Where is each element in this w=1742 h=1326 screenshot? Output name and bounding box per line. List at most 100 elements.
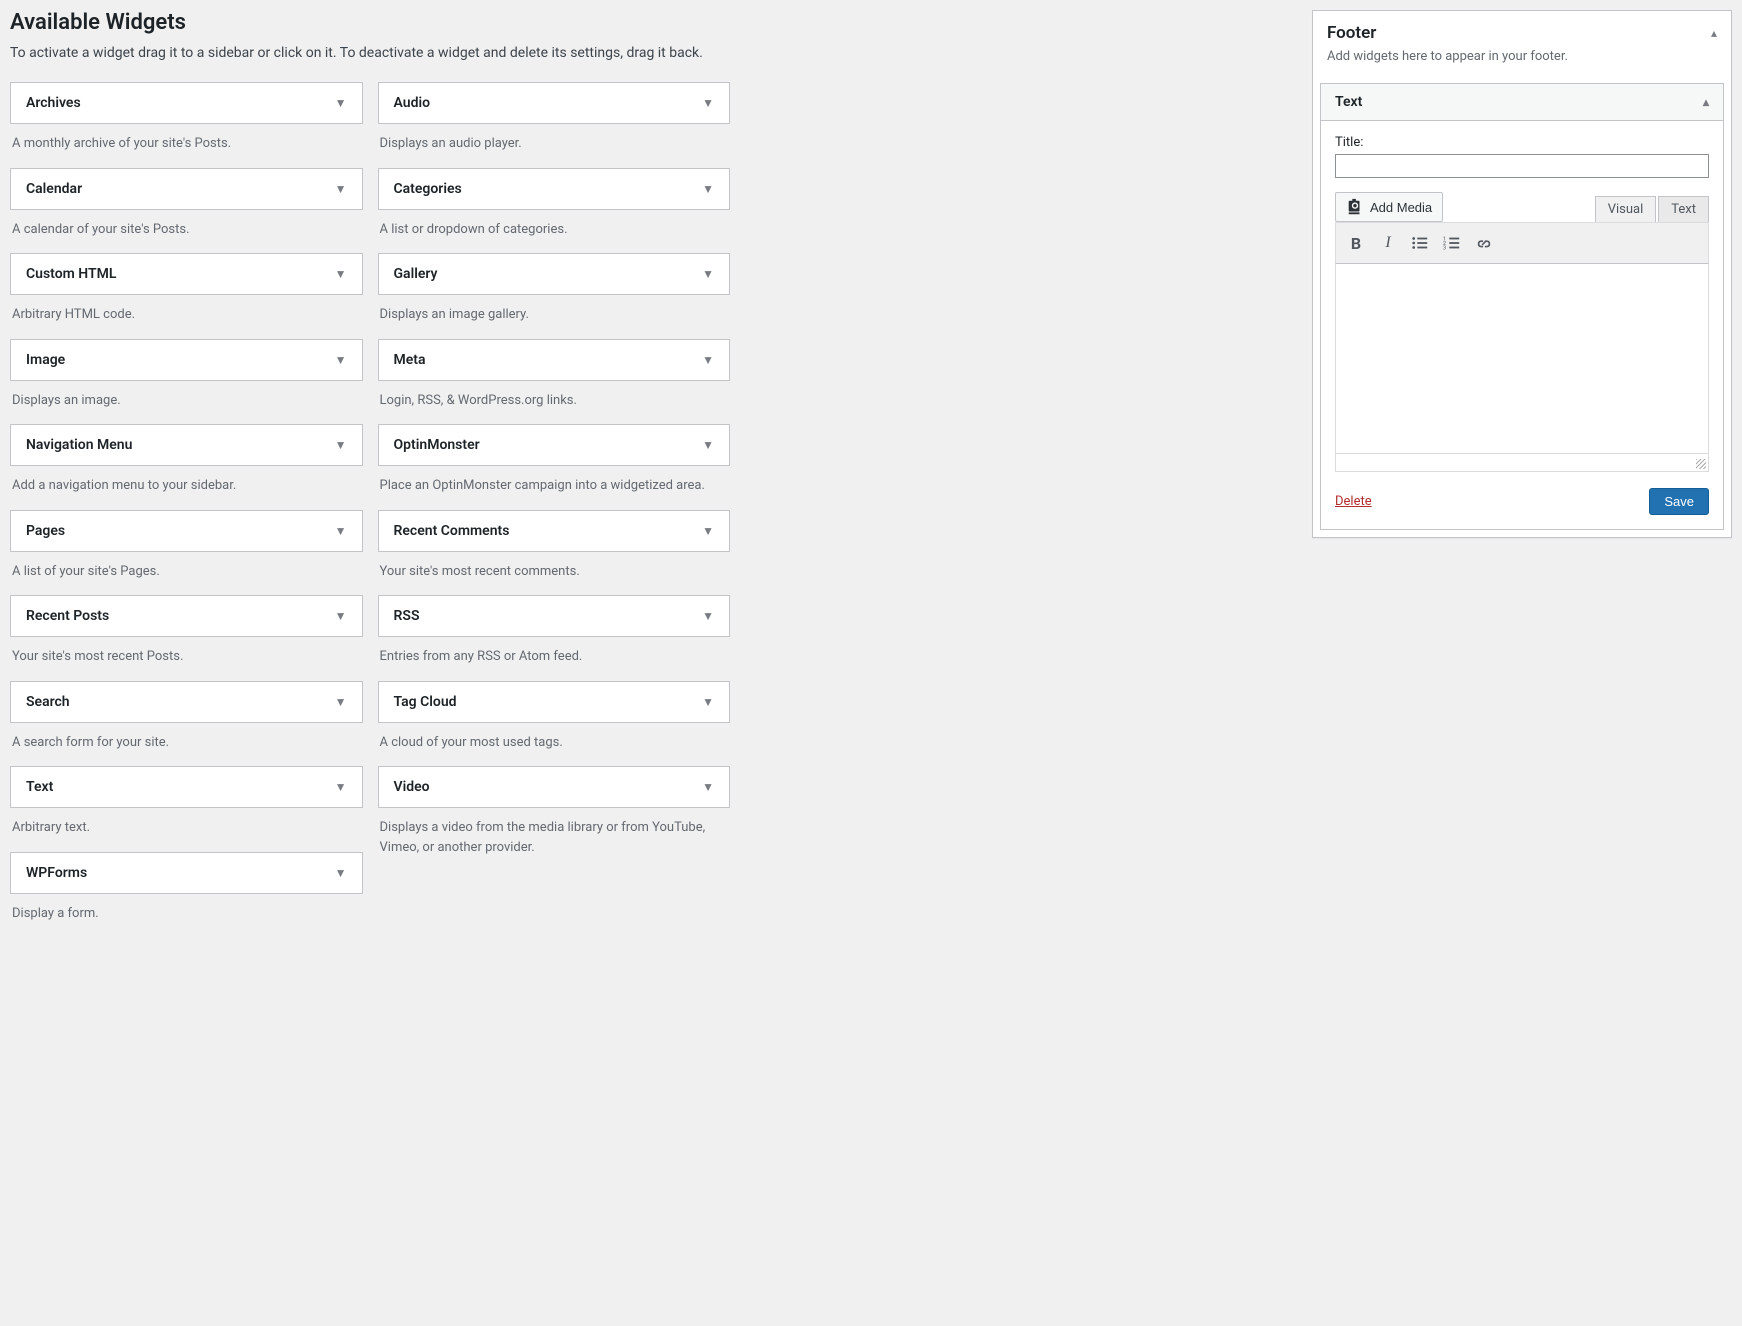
widget-desc: A monthly archive of your site's Posts. <box>10 124 363 158</box>
widget-desc: Add a navigation menu to your sidebar. <box>10 466 363 500</box>
italic-icon[interactable]: I <box>1374 229 1402 257</box>
widget-item[interactable]: Audio ▼ <box>378 82 731 124</box>
widget-item[interactable]: Search ▼ <box>10 681 363 723</box>
tab-visual[interactable]: Visual <box>1595 196 1657 222</box>
svg-text:3: 3 <box>1443 245 1446 251</box>
chevron-down-icon[interactable]: ▼ <box>335 438 347 452</box>
widget-desc: A search form for your site. <box>10 723 363 757</box>
widget-desc: Your site's most recent Posts. <box>10 637 363 671</box>
chevron-down-icon[interactable]: ▼ <box>702 524 714 538</box>
chevron-down-icon[interactable]: ▼ <box>702 609 714 623</box>
widget-item[interactable]: Video ▼ <box>378 766 731 808</box>
widget-desc: Place an OptinMonster campaign into a wi… <box>378 466 731 500</box>
widget-title: Categories <box>394 181 462 197</box>
chevron-down-icon[interactable]: ▼ <box>702 695 714 709</box>
add-media-button[interactable]: Add Media <box>1335 192 1443 222</box>
widget-title: Search <box>26 694 70 710</box>
widget-desc: A calendar of your site's Posts. <box>10 210 363 244</box>
placed-widget-name: Text <box>1335 94 1362 110</box>
widget-item[interactable]: Text ▼ <box>10 766 363 808</box>
chevron-down-icon[interactable]: ▼ <box>702 438 714 452</box>
widget-title: Meta <box>394 352 426 368</box>
widget-desc: Entries from any RSS or Atom feed. <box>378 637 731 671</box>
available-widgets-desc: To activate a widget drag it to a sideba… <box>10 43 730 64</box>
widget-item[interactable]: Categories ▼ <box>378 168 731 210</box>
chevron-down-icon[interactable]: ▼ <box>702 353 714 367</box>
widget-title: WPForms <box>26 865 87 881</box>
widget-title: Custom HTML <box>26 266 116 282</box>
chevron-down-icon[interactable]: ▼ <box>335 96 347 110</box>
available-widgets-heading: Available Widgets <box>10 10 730 35</box>
widget-desc: Displays an audio player. <box>378 124 731 158</box>
widget-desc: A cloud of your most used tags. <box>378 723 731 757</box>
widget-item[interactable]: Pages ▼ <box>10 510 363 552</box>
widget-title: Recent Comments <box>394 523 510 539</box>
widget-title: Navigation Menu <box>26 437 132 453</box>
tab-text[interactable]: Text <box>1658 196 1709 222</box>
widget-item[interactable]: Recent Posts ▼ <box>10 595 363 637</box>
widget-title: Text <box>26 779 53 795</box>
footer-sidebar: Footer ▴ Add widgets here to appear in y… <box>1312 10 1732 538</box>
chevron-down-icon[interactable]: ▼ <box>335 353 347 367</box>
add-media-label: Add Media <box>1370 200 1432 215</box>
widget-title: RSS <box>394 608 420 624</box>
editor-statusbar <box>1335 454 1709 472</box>
widget-item[interactable]: Custom HTML ▼ <box>10 253 363 295</box>
widget-item[interactable]: Meta ▼ <box>378 339 731 381</box>
editor-textarea[interactable] <box>1335 264 1709 454</box>
delete-link[interactable]: Delete <box>1335 494 1372 509</box>
widget-item[interactable]: RSS ▼ <box>378 595 731 637</box>
widget-title: Gallery <box>394 266 438 282</box>
chevron-down-icon[interactable]: ▼ <box>702 96 714 110</box>
widget-desc: A list of your site's Pages. <box>10 552 363 586</box>
chevron-down-icon[interactable]: ▼ <box>335 524 347 538</box>
widget-title: Recent Posts <box>26 608 109 624</box>
footer-title: Footer <box>1327 23 1376 43</box>
widget-item[interactable]: Navigation Menu ▼ <box>10 424 363 466</box>
widget-desc: Displays an image gallery. <box>378 295 731 329</box>
chevron-down-icon[interactable]: ▼ <box>702 182 714 196</box>
widget-desc: Displays an image. <box>10 381 363 415</box>
chevron-down-icon[interactable]: ▼ <box>335 267 347 281</box>
media-icon <box>1346 198 1364 216</box>
chevron-down-icon[interactable]: ▼ <box>335 695 347 709</box>
widget-title: Pages <box>26 523 65 539</box>
widget-desc: Your site's most recent comments. <box>378 552 731 586</box>
widget-desc: Display a form. <box>10 894 363 928</box>
chevron-down-icon[interactable]: ▼ <box>702 267 714 281</box>
title-input[interactable] <box>1335 154 1709 178</box>
link-icon[interactable] <box>1470 229 1498 257</box>
widget-desc: Arbitrary text. <box>10 808 363 842</box>
save-button[interactable]: Save <box>1649 488 1709 515</box>
resize-handle-icon[interactable] <box>1696 459 1706 469</box>
widget-item[interactable]: Calendar ▼ <box>10 168 363 210</box>
widget-item[interactable]: Recent Comments ▼ <box>378 510 731 552</box>
bold-icon[interactable]: B <box>1342 229 1370 257</box>
widget-item[interactable]: Image▼ <box>10 339 363 381</box>
widget-item[interactable]: OptinMonster▼ <box>378 424 731 466</box>
widget-desc: A list or dropdown of categories. <box>378 210 731 244</box>
widget-desc: Arbitrary HTML code. <box>10 295 363 329</box>
widget-title: Audio <box>394 95 431 111</box>
widget-item[interactable]: Tag Cloud ▼ <box>378 681 731 723</box>
placed-widget-text: Text ▴ Title: Add Media Visual <box>1320 83 1724 530</box>
widget-title: Calendar <box>26 181 82 197</box>
chevron-down-icon[interactable]: ▼ <box>335 609 347 623</box>
chevron-down-icon[interactable]: ▼ <box>702 780 714 794</box>
widget-item[interactable]: WPForms ▼ <box>10 852 363 894</box>
placed-widget-header[interactable]: Text ▴ <box>1321 84 1723 121</box>
bullet-list-icon[interactable] <box>1406 229 1434 257</box>
chevron-down-icon[interactable]: ▼ <box>335 182 347 196</box>
collapse-icon[interactable]: ▴ <box>1711 26 1717 40</box>
widget-title: Video <box>394 779 430 795</box>
widget-title: Tag Cloud <box>394 694 457 710</box>
title-label: Title: <box>1335 135 1709 150</box>
chevron-down-icon[interactable]: ▼ <box>335 866 347 880</box>
widget-desc: Displays a video from the media library … <box>378 808 731 861</box>
widget-item[interactable]: Archives▼ <box>10 82 363 124</box>
collapse-icon[interactable]: ▴ <box>1703 95 1709 109</box>
widget-item[interactable]: Gallery ▼ <box>378 253 731 295</box>
widget-desc: Login, RSS, & WordPress.org links. <box>378 381 731 415</box>
numbered-list-icon[interactable]: 123 <box>1438 229 1466 257</box>
chevron-down-icon[interactable]: ▼ <box>335 780 347 794</box>
